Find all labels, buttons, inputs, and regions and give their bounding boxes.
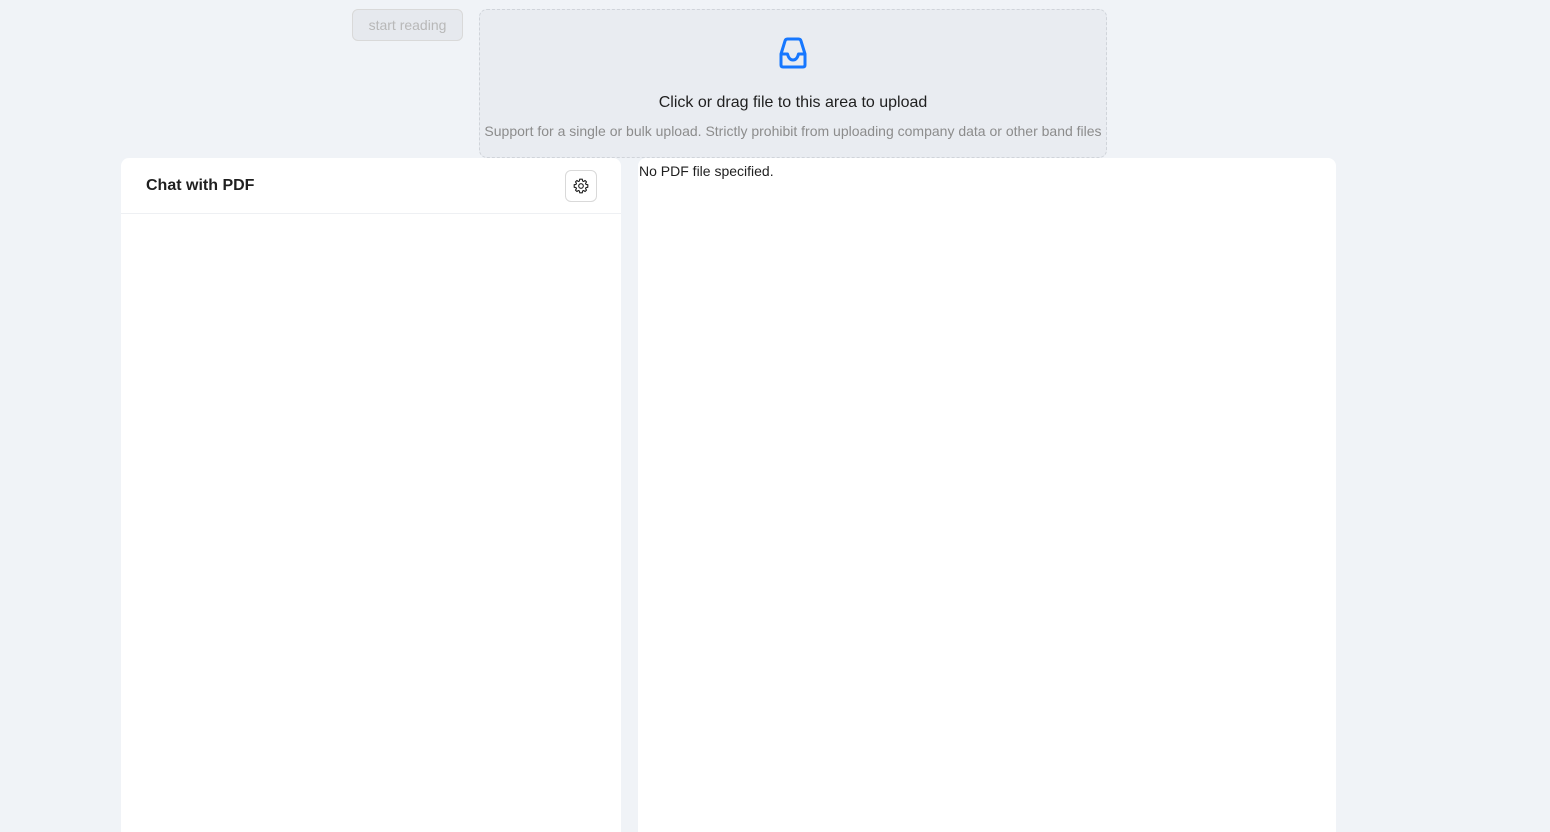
chat-panel: Chat with PDF xyxy=(121,158,621,832)
chat-title: Chat with PDF xyxy=(146,177,255,194)
pdf-empty-message: No PDF file specified. xyxy=(639,163,774,179)
upload-dropzone[interactable]: Click or drag file to this area to uploa… xyxy=(479,9,1107,158)
chat-header: Chat with PDF xyxy=(121,158,621,214)
upload-title: Click or drag file to this area to uploa… xyxy=(658,94,928,111)
start-reading-button[interactable]: start reading xyxy=(352,9,463,41)
page: start reading Click or drag file to this… xyxy=(0,0,1550,832)
inbox-icon xyxy=(779,37,807,69)
pdf-viewer: No PDF file specified. xyxy=(638,158,1336,832)
settings-button[interactable] xyxy=(565,170,597,202)
upload-hint: Support for a single or bulk upload. Str… xyxy=(484,123,1102,139)
gear-icon xyxy=(573,178,589,194)
